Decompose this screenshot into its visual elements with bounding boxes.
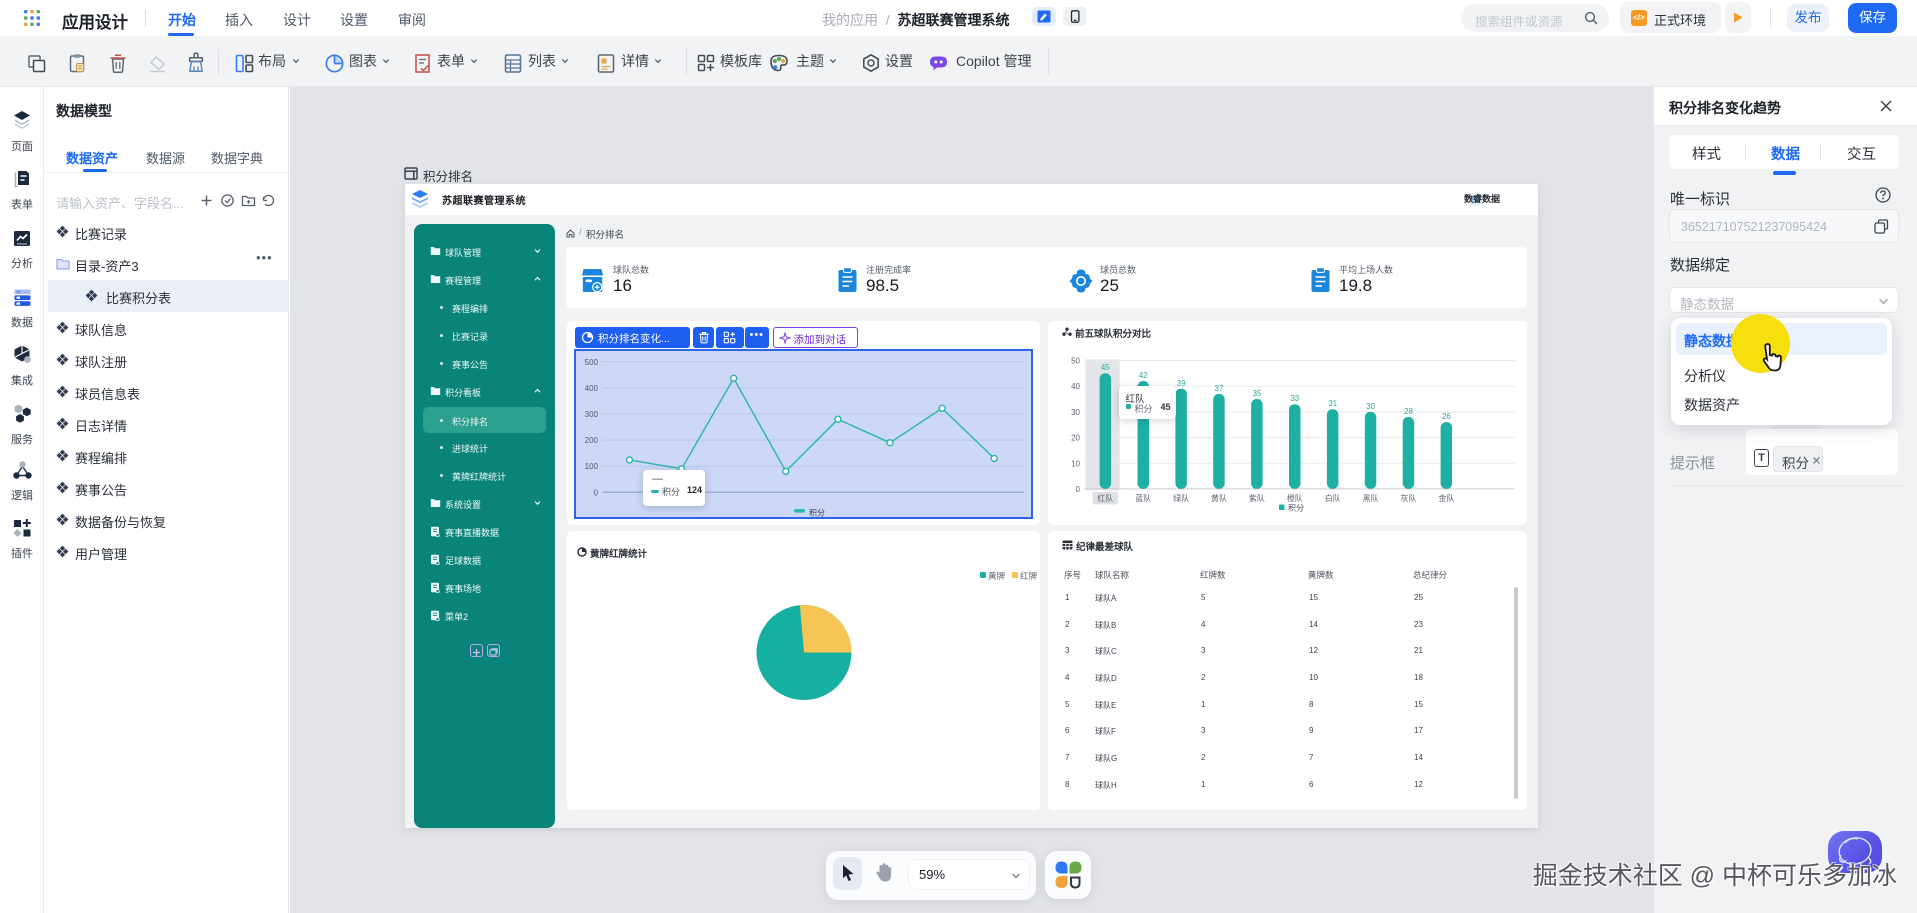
svg-text:31: 31 [1328,399,1337,408]
svg-text:40: 40 [1071,382,1080,391]
svg-text:33: 33 [1290,394,1299,403]
svg-text:39: 39 [1177,379,1186,388]
svg-text:400: 400 [585,384,599,393]
svg-text:300: 300 [585,410,599,419]
svg-text:42: 42 [1139,371,1148,380]
svg-text:蓝队: 蓝队 [1135,493,1151,503]
svg-text:积分: 积分 [809,508,825,518]
svg-text:黄队: 黄队 [1211,493,1227,503]
svg-text:200: 200 [585,436,599,445]
svg-text:紫队: 紫队 [1249,493,1265,503]
svg-text:灰队: 灰队 [1401,493,1417,503]
svg-text:0: 0 [594,488,599,497]
svg-text:28: 28 [1404,407,1413,416]
svg-text:红队: 红队 [1097,493,1113,503]
svg-text:橙队: 橙队 [1287,493,1303,503]
svg-text:500: 500 [585,358,599,367]
svg-text:20: 20 [1071,434,1080,443]
svg-text:0: 0 [1076,485,1081,494]
svg-text:金队: 金队 [1438,493,1454,503]
svg-text:50: 50 [1071,357,1080,366]
svg-text:黑队: 黑队 [1363,493,1379,503]
svg-text:30: 30 [1366,402,1375,411]
svg-text:37: 37 [1215,384,1224,393]
svg-text:100: 100 [585,462,599,471]
svg-text:10: 10 [1071,459,1080,468]
svg-text:积分: 积分 [1288,503,1304,513]
svg-text:26: 26 [1442,412,1451,421]
svg-text:30: 30 [1071,408,1080,417]
svg-text:35: 35 [1252,389,1261,398]
svg-text:白队: 白队 [1325,493,1341,503]
svg-text:绿队: 绿队 [1173,493,1189,503]
svg-text:45: 45 [1101,363,1110,372]
